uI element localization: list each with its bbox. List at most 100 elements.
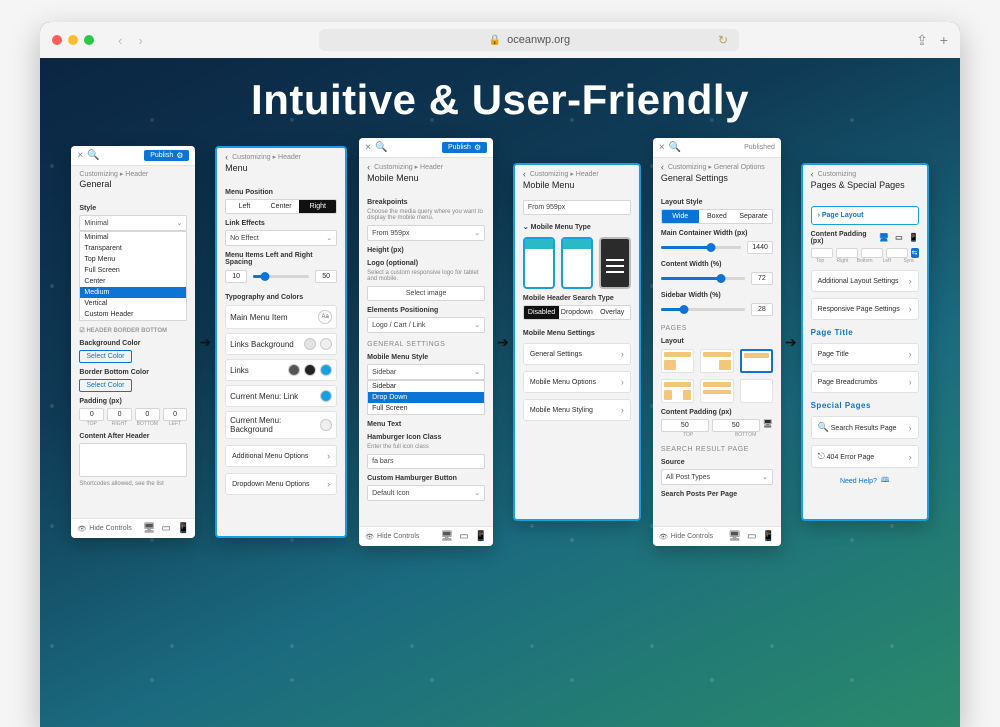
- menu-position-label: Menu Position: [225, 189, 337, 196]
- from-select[interactable]: From 959px: [523, 200, 631, 215]
- back-button[interactable]: ‹: [811, 169, 814, 179]
- style-option[interactable]: Minimal: [80, 232, 186, 243]
- settings-row[interactable]: Additional Layout Settings›: [811, 270, 919, 292]
- padding-label: Padding (px): [79, 398, 187, 405]
- custom-hamburger-select[interactable]: Default Icon⌄: [367, 485, 485, 501]
- content-width-value[interactable]: 72: [751, 272, 773, 285]
- current-bg-row[interactable]: Current Menu: Background: [230, 416, 320, 434]
- spacing-max[interactable]: 50: [315, 270, 337, 283]
- new-tab-icon[interactable]: +: [940, 32, 948, 49]
- select-color-button[interactable]: Select Color: [79, 350, 131, 363]
- content-width-slider[interactable]: [661, 277, 745, 280]
- mobile-type-thumbnails[interactable]: [523, 237, 631, 289]
- spacing-slider[interactable]: [253, 275, 309, 278]
- color-swatch[interactable]: [304, 364, 316, 376]
- search-icon[interactable]: 🔍: [669, 142, 681, 153]
- sidebar-width-slider[interactable]: [661, 308, 745, 311]
- color-swatch[interactable]: [320, 338, 332, 350]
- additional-menu-options[interactable]: Additional Menu Options›: [225, 445, 337, 467]
- close-icon[interactable]: ×: [365, 142, 371, 153]
- settings-row[interactable]: ⎋ 404 Error Page›: [811, 445, 919, 468]
- nav-forward-button[interactable]: ›: [138, 33, 142, 48]
- nav-back-button[interactable]: ‹: [118, 33, 122, 48]
- device-tablet-icon[interactable]: ▭: [161, 523, 170, 534]
- search-icon[interactable]: 🔍: [375, 142, 387, 153]
- back-button[interactable]: ‹: [367, 162, 370, 172]
- sidebar-width-value[interactable]: 28: [751, 303, 773, 316]
- source-select[interactable]: All Post Types⌄: [661, 469, 773, 485]
- address-bar[interactable]: 🔒 oceanwp.org: [319, 29, 739, 51]
- container-width-value[interactable]: 1440: [747, 241, 773, 254]
- hide-controls[interactable]: Hide Controls: [671, 533, 713, 540]
- style-option[interactable]: Top Menu: [80, 254, 186, 265]
- dropdown-menu-options[interactable]: Dropdown Menu Options›: [225, 473, 337, 495]
- maximize-window[interactable]: [84, 35, 94, 45]
- posts-per-page-label: Search Posts Per Page: [661, 491, 773, 498]
- back-button[interactable]: ‹: [523, 169, 526, 179]
- gear-icon[interactable]: ⚙: [176, 151, 183, 160]
- menu-position-toggle[interactable]: LeftCenterRight: [225, 199, 337, 214]
- mobile-style-select[interactable]: Sidebar⌄: [367, 364, 485, 380]
- style-options-list[interactable]: MinimalTransparentTop MenuFull ScreenCen…: [79, 231, 187, 321]
- style-select[interactable]: Minimal⌄: [79, 215, 187, 231]
- select-color-button[interactable]: Select Color: [79, 379, 131, 392]
- content-after-textarea[interactable]: [79, 443, 187, 477]
- mobile-menu-row[interactable]: Mobile Menu Options›: [523, 371, 631, 393]
- breakpoints-select[interactable]: From 959px⌄: [367, 225, 485, 241]
- back-button[interactable]: ‹: [661, 162, 664, 172]
- spacing-min[interactable]: 10: [225, 270, 247, 283]
- search-icon[interactable]: 🔍: [87, 150, 99, 161]
- style-option[interactable]: Custom Header: [80, 309, 186, 320]
- device-mobile-icon[interactable]: 📱: [177, 523, 189, 534]
- layout-style-toggle[interactable]: WideBoxedSeparate: [661, 209, 773, 224]
- device-mobile-icon[interactable]: 📱: [909, 233, 919, 242]
- need-help-link[interactable]: Need Help?🕮: [811, 476, 919, 487]
- close-icon[interactable]: ×: [77, 150, 83, 161]
- device-desktop-icon[interactable]: 🖥: [879, 233, 889, 242]
- layout-thumbnails[interactable]: [661, 349, 773, 403]
- hide-controls[interactable]: Hide Controls: [377, 533, 419, 540]
- mobile-style-options[interactable]: SidebarDrop DownFull Screen: [367, 380, 485, 415]
- publish-button[interactable]: Publish ⚙: [144, 150, 189, 161]
- font-icon[interactable]: Aa: [318, 310, 332, 324]
- settings-row[interactable]: Responsive Page Settings›: [811, 298, 919, 320]
- color-swatch[interactable]: [320, 364, 332, 376]
- select-image-button[interactable]: Select image: [367, 286, 485, 301]
- style-option[interactable]: Full Screen: [80, 265, 186, 276]
- color-swatch[interactable]: [304, 338, 316, 350]
- eye-icon[interactable]: 👁: [77, 525, 86, 533]
- main-menu-item-row[interactable]: Main Menu Item: [230, 313, 287, 322]
- elements-pos-select[interactable]: Logo / Cart / Link⌄: [367, 317, 485, 333]
- container-width-slider[interactable]: [661, 246, 741, 249]
- container-width-label: Main Container Width (px): [661, 230, 773, 237]
- device-tablet-icon[interactable]: ▭: [895, 233, 903, 242]
- hide-controls[interactable]: Hide Controls: [89, 525, 131, 532]
- current-link-row[interactable]: Current Menu: Link: [230, 392, 298, 401]
- reload-icon[interactable]: ↻: [718, 33, 728, 47]
- publish-button[interactable]: Publish⚙: [442, 142, 487, 153]
- mobile-menu-row[interactable]: General Settings›: [523, 343, 631, 365]
- minimize-window[interactable]: [68, 35, 78, 45]
- mobile-type-label: Mobile Menu Type: [531, 224, 591, 231]
- close-window[interactable]: [52, 35, 62, 45]
- page-layout-row[interactable]: › Page Layout: [811, 206, 919, 225]
- links-row[interactable]: Links: [230, 366, 249, 375]
- share-icon[interactable]: ⇪: [916, 32, 928, 49]
- device-desktop-icon[interactable]: 🖥: [143, 523, 156, 534]
- style-option[interactable]: Vertical: [80, 298, 186, 309]
- style-option[interactable]: Center: [80, 276, 186, 287]
- color-swatch[interactable]: [288, 364, 300, 376]
- settings-row[interactable]: 🔍 Search Results Page›: [811, 416, 919, 439]
- style-option[interactable]: Medium: [80, 287, 186, 298]
- close-icon[interactable]: ×: [659, 142, 665, 153]
- links-bg-row[interactable]: Links Background: [230, 340, 294, 349]
- mobile-menu-row[interactable]: Mobile Menu Styling›: [523, 399, 631, 421]
- sync-icon[interactable]: ⇆: [911, 248, 919, 258]
- mobile-search-toggle[interactable]: DisabledDropdownOverlay: [523, 305, 631, 320]
- back-button[interactable]: ‹: [225, 152, 228, 162]
- settings-row[interactable]: Page Breadcrumbs›: [811, 371, 919, 393]
- link-effects-select[interactable]: No Effect⌄: [225, 230, 337, 246]
- settings-row[interactable]: Page Title›: [811, 343, 919, 365]
- hamburger-class-input[interactable]: fa bars: [367, 454, 485, 469]
- style-option[interactable]: Transparent: [80, 243, 186, 254]
